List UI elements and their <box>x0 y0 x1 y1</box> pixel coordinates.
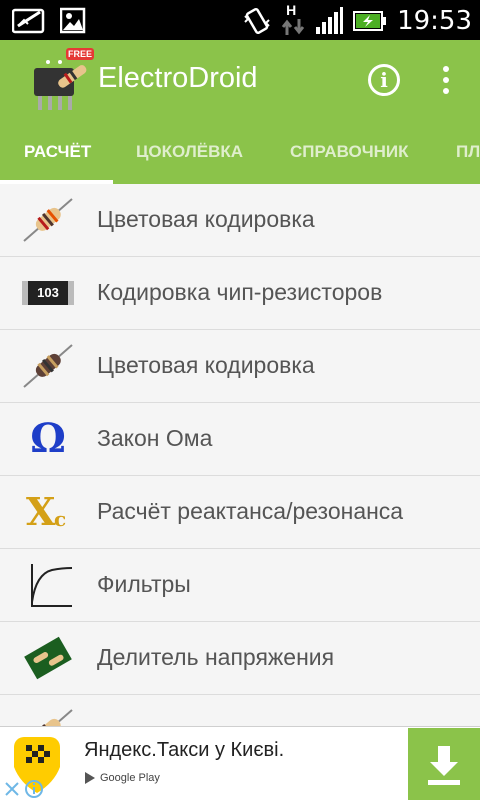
network-type-label: H <box>286 2 297 18</box>
data-activity-icon: H <box>281 2 305 38</box>
list-item-label: Кодировка чип-резисторов <box>97 279 383 305</box>
omega-icon: Ω <box>30 415 66 462</box>
list-item[interactable]: Фильтры <box>0 549 480 622</box>
reactance-icon-x: X <box>26 489 56 534</box>
list-item[interactable]: Цветовая кодировка <box>0 330 480 403</box>
resistor-icon <box>23 198 73 242</box>
reactance-icon: X c <box>22 489 74 535</box>
play-store-icon <box>85 772 95 784</box>
ad-store-label: Google Play <box>100 772 160 784</box>
app-bar: FREE ElectroDroid i <box>0 40 480 120</box>
list-item-label: Цветовая кодировка <box>97 352 315 378</box>
info-icon: i <box>380 68 388 92</box>
tab-reference[interactable]: СПРАВОЧНИК <box>290 120 409 184</box>
smd-resistor-icon: 103 <box>22 281 74 305</box>
logo-badge-text: FREE <box>68 49 92 59</box>
list-item-label: Цветовая кодировка <box>97 206 315 232</box>
ad-store-badge: Google Play <box>84 771 160 785</box>
vibrate-icon <box>244 7 270 35</box>
list-item-label: Делитель напряжения <box>97 644 335 670</box>
ad-info-icon[interactable] <box>24 779 44 799</box>
gallery-icon <box>60 7 86 34</box>
tab-calculation[interactable]: РАСЧЁТ <box>24 120 91 184</box>
voltage-divider-board-icon <box>24 636 72 680</box>
list-item[interactable]: Ω Закон Ома <box>0 403 480 476</box>
status-time: 19:53 <box>397 6 472 36</box>
app-logo: FREE <box>34 48 94 110</box>
ad-banner[interactable]: Яндекс.Такси у Києві. Google Play <box>0 726 480 800</box>
list-item-label: Расчёт реактанса/резонанса <box>97 498 404 524</box>
resistor-icon <box>35 709 73 726</box>
ad-download-button[interactable] <box>408 728 480 800</box>
inductor-icon <box>23 344 73 388</box>
list-item[interactable]: 103 Кодировка чип-резисторов <box>0 257 480 330</box>
status-bar: H 19:53 <box>0 0 480 40</box>
list-item[interactable]: Делитель напряжения <box>0 622 480 695</box>
close-icon[interactable] <box>2 779 22 799</box>
list-item-label: Фильтры <box>97 571 191 597</box>
ad-title: Яндекс.Такси у Києві. <box>84 739 285 761</box>
list-item[interactable]: Цветовая кодировка <box>0 184 480 257</box>
info-button[interactable]: i <box>368 64 400 96</box>
screenshot-icon <box>12 8 45 34</box>
reactance-icon-sub: c <box>54 507 67 531</box>
ad-choices[interactable] <box>0 778 44 800</box>
download-icon <box>428 746 460 785</box>
list-item[interactable]: X c Расчёт реактанса/резонанса <box>0 476 480 549</box>
app-title: ElectroDroid <box>98 62 258 94</box>
signal-icon <box>316 7 344 34</box>
filter-curve-icon <box>31 564 73 607</box>
overflow-menu-button[interactable] <box>430 62 460 98</box>
list-item-label: Закон Ома <box>97 425 213 451</box>
tab-pinouts[interactable]: ЦОКОЛЁВКА <box>136 120 243 184</box>
battery-charging-icon <box>353 11 387 31</box>
calculator-list: Цветовая кодировка 103 Кодировка чип-рез… <box>0 184 480 726</box>
tab-bar: РАСЧЁТ ЦОКОЛЁВКА СПРАВОЧНИК ПЛ <box>0 120 480 184</box>
more-vert-icon <box>443 66 449 72</box>
tab-partial[interactable]: ПЛ <box>456 120 480 184</box>
list-item[interactable] <box>0 695 480 726</box>
